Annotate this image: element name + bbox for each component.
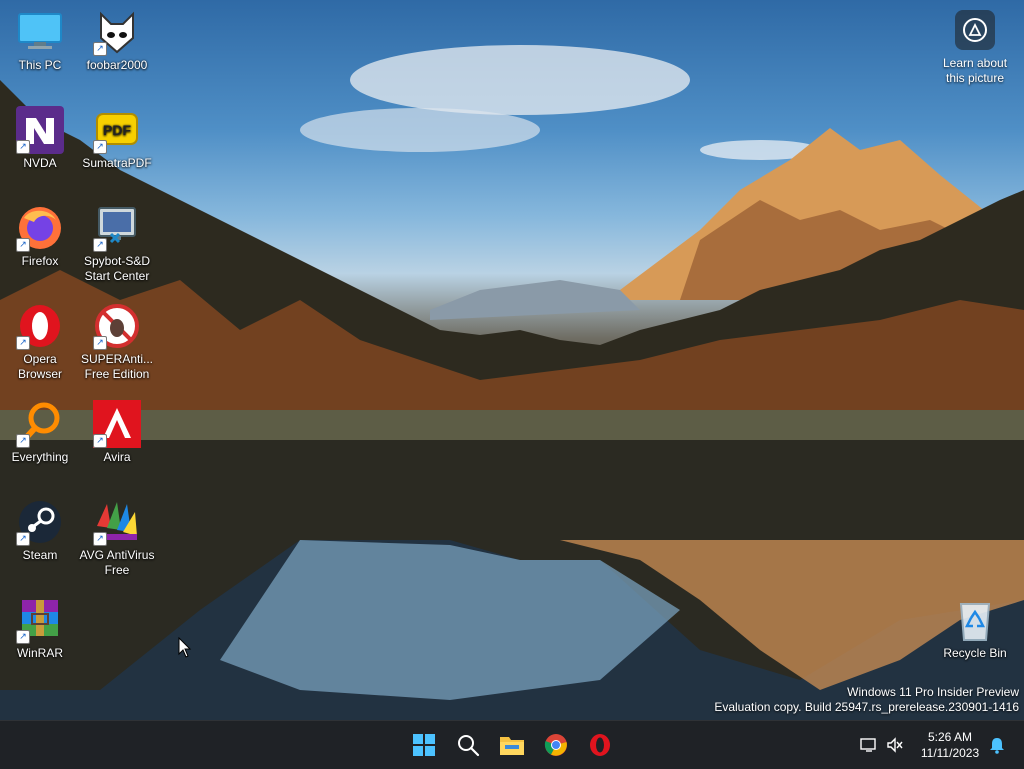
desktop-icon-steam[interactable]: ↗ Steam xyxy=(0,498,80,563)
winrar-icon: ↗ xyxy=(16,596,64,644)
desktop-icon-avira[interactable]: ↗ Avira xyxy=(77,400,157,465)
file-explorer-button[interactable] xyxy=(496,729,528,761)
shortcut-arrow-icon: ↗ xyxy=(16,630,30,644)
shortcut-arrow-icon: ↗ xyxy=(93,238,107,252)
camera-icon xyxy=(955,10,995,50)
desktop-icon-label: Opera Browser xyxy=(17,352,62,381)
watermark-line1: Windows 11 Pro Insider Preview xyxy=(847,685,1019,699)
everything-search-icon: ↗ xyxy=(16,400,64,448)
windows-watermark: Windows 11 Pro Insider Preview Evaluatio… xyxy=(714,685,1019,715)
shortcut-arrow-icon: ↗ xyxy=(93,140,107,154)
shortcut-arrow-icon: ↗ xyxy=(93,532,107,546)
desktop-icon-label: NVDA xyxy=(23,156,57,170)
svg-text:PDF: PDF xyxy=(103,122,131,138)
folder-icon xyxy=(500,737,524,755)
superantispyware-icon: ↗ xyxy=(93,302,141,350)
desktop-icon-avg[interactable]: ↗ AVG AntiVirus Free xyxy=(77,498,157,578)
learn-about-picture-button[interactable]: Learn about this picture xyxy=(935,10,1015,86)
search-icon xyxy=(458,735,480,757)
desktop-icon-winrar[interactable]: ↗ WinRAR xyxy=(0,596,80,661)
opera-icon: ↗ xyxy=(16,302,64,350)
taskbar-clock[interactable]: 5:26 AM 11/11/2023 xyxy=(915,729,985,761)
steam-icon: ↗ xyxy=(16,498,64,546)
start-button[interactable] xyxy=(408,729,440,761)
firefox-icon: ↗ xyxy=(16,204,64,252)
chrome-button[interactable] xyxy=(540,729,572,761)
spybot-icon: ↗ xyxy=(93,204,141,252)
desktop-icon-sumatrapdf[interactable]: PDF ↗ SumatraPDF xyxy=(77,106,157,171)
notifications-button[interactable] xyxy=(986,721,1008,769)
desktop-icon-nvda[interactable]: ↗ NVDA xyxy=(0,106,80,171)
clock-time: 5:26 AM xyxy=(927,730,973,744)
desktop-icon-label: Everything xyxy=(11,450,69,464)
desktop-icon-spybot[interactable]: ↗ Spybot-S&D Start Center xyxy=(77,204,157,284)
recycle-bin-icon xyxy=(951,596,999,644)
opera-taskbar-button[interactable] xyxy=(584,729,616,761)
clock-date: 11/11/2023 xyxy=(920,746,980,760)
desktop-icon-label: SUPERAnti... Free Edition xyxy=(80,352,154,381)
learn-about-label: Learn about this picture xyxy=(942,56,1008,85)
shortcut-arrow-icon: ↗ xyxy=(16,434,30,448)
desktop-icon-recycle-bin[interactable]: Recycle Bin xyxy=(935,596,1015,661)
desktop-icon-superantispyware[interactable]: ↗ SUPERAnti... Free Edition xyxy=(77,302,157,382)
opera-icon xyxy=(590,734,610,756)
desktop-icon-label: foobar2000 xyxy=(86,58,148,72)
desktop-icon-everything[interactable]: ↗ Everything xyxy=(0,400,80,465)
taskbar: 5:26 AM 11/11/2023 xyxy=(0,720,1024,769)
avg-icon: ↗ xyxy=(93,498,141,546)
mouse-cursor-icon xyxy=(178,637,192,658)
tray-volume[interactable] xyxy=(884,721,906,769)
nvda-icon: ↗ xyxy=(16,106,64,154)
sumatrapdf-icon: PDF ↗ xyxy=(93,106,141,154)
shortcut-arrow-icon: ↗ xyxy=(16,532,30,546)
desktop-icon-firefox[interactable]: ↗ Firefox xyxy=(0,204,80,269)
desktop-icon-opera[interactable]: ↗ Opera Browser xyxy=(0,302,80,382)
chrome-icon xyxy=(544,734,567,756)
shortcut-arrow-icon: ↗ xyxy=(93,336,107,350)
desktop-icon-label: This PC xyxy=(18,58,62,72)
bell-icon xyxy=(990,738,1004,754)
avira-icon: ↗ xyxy=(93,400,141,448)
desktop-icon-label: Firefox xyxy=(21,254,59,268)
desktop-icon-label: WinRAR xyxy=(16,646,63,660)
desktop-icon-label: Avira xyxy=(103,450,131,464)
shortcut-arrow-icon: ↗ xyxy=(93,434,107,448)
windows-logo-icon xyxy=(413,734,435,756)
desktop-icon-label: SumatraPDF xyxy=(82,156,152,170)
desktop-icon-label: Steam xyxy=(22,548,58,562)
desktop-icon-label: AVG AntiVirus Free xyxy=(79,548,155,577)
shortcut-arrow-icon: ↗ xyxy=(16,336,30,350)
search-button[interactable] xyxy=(452,729,484,761)
shortcut-arrow-icon: ↗ xyxy=(16,140,30,154)
watermark-line2: Evaluation copy. Build 25947.rs_prerelea… xyxy=(714,700,1019,714)
volume-muted-icon xyxy=(887,737,903,753)
shortcut-arrow-icon: ↗ xyxy=(16,238,30,252)
desktop-icon-foobar2000[interactable]: ↗ foobar2000 xyxy=(77,8,157,73)
monitor-icon xyxy=(16,8,64,56)
foobar-fox-icon: ↗ xyxy=(93,8,141,56)
desktop-icon-label: Recycle Bin xyxy=(943,646,1007,660)
desktop-icon-label: Spybot-S&D Start Center xyxy=(83,254,151,283)
desktop-icon-this-pc[interactable]: This PC xyxy=(0,8,80,73)
tray-network[interactable] xyxy=(858,721,880,769)
shortcut-arrow-icon: ↗ xyxy=(93,42,107,56)
network-icon xyxy=(860,738,876,752)
